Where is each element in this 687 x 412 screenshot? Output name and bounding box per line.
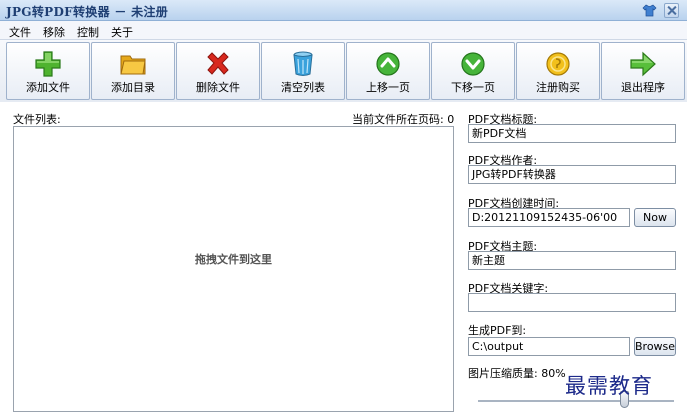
- menu-remove[interactable]: 移除: [43, 24, 65, 40]
- move-down-label: 下移一页: [451, 81, 495, 94]
- toolbar: 添加文件 添加目录 删除文件 清空列表 上移一页 下移一页 注册购买 退出程序: [0, 40, 687, 102]
- add-folder-button[interactable]: 添加目录: [91, 42, 175, 100]
- add-file-button[interactable]: 添加文件: [6, 42, 90, 100]
- close-icon[interactable]: [664, 3, 679, 18]
- clear-list-label: 清空列表: [281, 81, 325, 94]
- delete-x-icon: [207, 52, 229, 75]
- clear-list-button[interactable]: 清空列表: [261, 42, 345, 100]
- coin-icon: [546, 52, 570, 76]
- window-title: JPG转PDF转换器 － 未注册: [6, 5, 169, 19]
- exit-label: 退出程序: [621, 81, 665, 94]
- menu-control[interactable]: 控制: [77, 24, 99, 40]
- exit-button[interactable]: 退出程序: [601, 42, 685, 100]
- folder-icon: [120, 55, 146, 75]
- plus-icon: [35, 51, 61, 77]
- arrow-down-icon: [461, 52, 485, 76]
- pdf-created-input[interactable]: D:20121109152435-06'00: [468, 208, 630, 227]
- now-button[interactable]: Now: [634, 208, 676, 227]
- title-bar[interactable]: JPG转PDF转换器 － 未注册: [0, 0, 687, 21]
- skin-icon[interactable]: [642, 3, 657, 18]
- register-buy-button[interactable]: 注册购买: [516, 42, 600, 100]
- pdf-title-input[interactable]: 新PDF文档: [468, 124, 676, 143]
- pdf-keywords-input[interactable]: [468, 293, 676, 312]
- delete-file-button[interactable]: 删除文件: [176, 42, 260, 100]
- arrow-right-icon: [630, 51, 656, 77]
- output-path-label: 生成PDF到:: [468, 324, 527, 337]
- delete-file-label: 删除文件: [196, 81, 240, 94]
- quality-slider-track[interactable]: [478, 400, 674, 402]
- drop-hint: 拖拽文件到这里: [195, 253, 272, 266]
- menu-bar: 文件 移除 控制 关于: [0, 21, 687, 40]
- menu-file[interactable]: 文件: [9, 24, 31, 40]
- quality-label: 图片压缩质量: 80%: [468, 367, 566, 380]
- file-list-label: 文件列表:: [13, 113, 61, 126]
- register-buy-label: 注册购买: [536, 81, 580, 94]
- menu-about[interactable]: 关于: [111, 24, 133, 40]
- add-file-label: 添加文件: [26, 81, 70, 94]
- watermark-logo: 最需教育: [565, 374, 653, 398]
- move-down-button[interactable]: 下移一页: [431, 42, 515, 100]
- browse-button[interactable]: Browse: [634, 337, 676, 356]
- trash-can-icon: [293, 51, 313, 76]
- pdf-subject-input[interactable]: 新主题: [468, 251, 676, 270]
- file-list[interactable]: 拖拽文件到这里: [13, 126, 454, 412]
- pdf-author-input[interactable]: JPG转PDF转换器: [468, 165, 676, 184]
- output-path-input[interactable]: C:\output: [468, 337, 630, 356]
- move-up-label: 上移一页: [366, 81, 410, 94]
- current-page-label: 当前文件所在页码: 0: [352, 113, 455, 126]
- arrow-up-icon: [376, 52, 400, 76]
- add-folder-label: 添加目录: [111, 81, 155, 94]
- move-up-button[interactable]: 上移一页: [346, 42, 430, 100]
